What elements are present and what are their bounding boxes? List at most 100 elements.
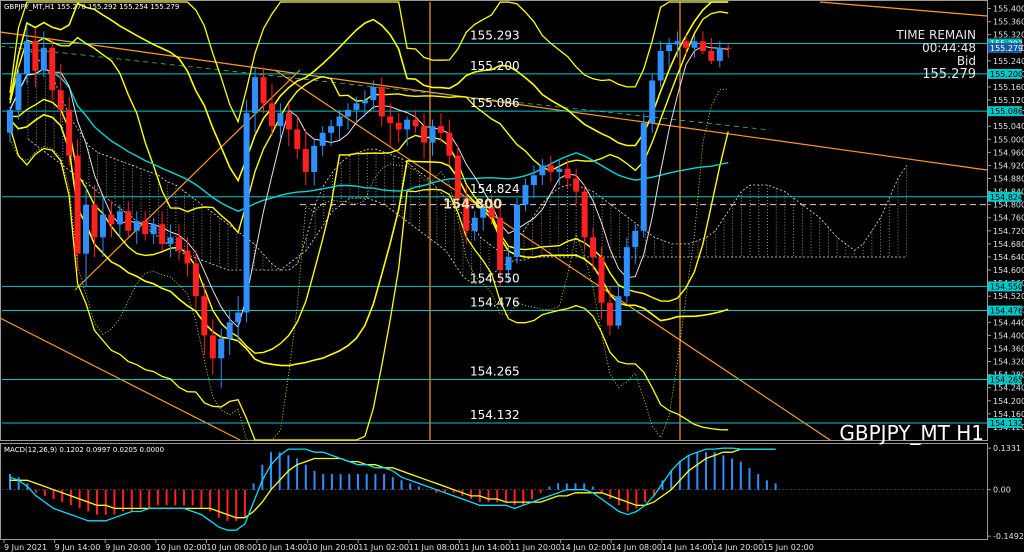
candle-body	[345, 109, 351, 117]
candle-body	[23, 41, 30, 74]
candle-body	[277, 113, 284, 127]
time-remain-label: TIME REMAIN	[895, 28, 976, 42]
candle-body	[116, 211, 123, 225]
candle-body	[285, 113, 292, 130]
macd-tick-label: 0.00	[993, 486, 1011, 495]
level-price-tag-label: 155.200	[990, 70, 1023, 79]
level-price-tag-label: 154.550	[990, 282, 1023, 291]
candle-body	[133, 221, 140, 231]
price-tick-label: 155.240	[993, 57, 1024, 66]
time-tick-label: 14 Jun 02:00	[561, 543, 612, 552]
price-tick-label: 154.160	[993, 410, 1024, 419]
candle-body	[108, 214, 115, 225]
candle-body	[176, 237, 182, 251]
price-tick-label: 154.680	[993, 240, 1024, 249]
candle-body	[598, 256, 605, 303]
bid-label: Bid	[957, 54, 976, 68]
candle-body	[556, 168, 563, 172]
macd-tick-label: -0.1492	[993, 532, 1024, 541]
price-tick-label: 155.120	[993, 96, 1024, 105]
candle-body	[125, 211, 132, 231]
time-tick-label: 14 Jun 14:00	[662, 543, 713, 552]
candle-body	[429, 126, 436, 143]
candle-body	[581, 191, 588, 238]
candle-body	[395, 122, 402, 130]
price-tick-label: 154.320	[993, 358, 1024, 367]
price-tick-label: 154.920	[993, 161, 1024, 170]
macd-tick-label: 0.1331	[993, 444, 1021, 453]
candle-body	[311, 145, 318, 172]
candle-body	[66, 109, 73, 156]
level-label: 155.200	[470, 59, 520, 73]
trading-chart: 155.293 155.200 155.086 154.824 154.550 154.4…	[0, 0, 1024, 552]
candle-body	[471, 217, 478, 231]
candle-body	[7, 109, 13, 133]
level-label: 154.476	[470, 296, 520, 310]
candle-body	[514, 204, 520, 257]
price-tick-label: 154.440	[993, 318, 1024, 327]
price-tick-label: 155.320	[993, 31, 1024, 40]
time-tick-label: 11 Jun 20:00	[510, 543, 561, 552]
candle-body	[446, 132, 453, 156]
candle-body	[632, 230, 639, 248]
candle-body	[370, 86, 377, 101]
candle-body	[708, 51, 715, 61]
candle-body	[615, 296, 622, 326]
level-label: 154.265	[470, 365, 520, 379]
candle-body	[564, 168, 571, 179]
time-tick-label: 14 Jun 08:00	[611, 543, 662, 552]
candle-body	[83, 204, 90, 254]
candle-body	[328, 126, 335, 133]
candle-body	[691, 41, 698, 48]
price-tick-label: 155.160	[993, 83, 1024, 92]
price-tick-label: 155.040	[993, 122, 1024, 131]
candle-body	[454, 155, 461, 199]
price-tick-label: 155.000	[993, 135, 1024, 144]
candle-body	[530, 175, 537, 186]
current-price-tag-label: 155.279	[990, 44, 1023, 53]
candle-body	[91, 204, 98, 238]
candle-body	[522, 185, 529, 205]
candle-body	[15, 73, 22, 110]
candle-body	[674, 41, 681, 45]
candle-body	[606, 302, 613, 326]
candle-body	[235, 312, 242, 323]
candle-body	[243, 113, 250, 313]
candle-body	[699, 41, 706, 52]
time-tick-label: 10 Jun 02:00	[156, 543, 207, 552]
time-tick-label: 10 Jun 14:00	[257, 543, 308, 552]
time-tick-label: 10 Jun 20:00	[308, 543, 359, 552]
candle-body	[49, 47, 56, 91]
time-tick-label: 11 Jun 14:00	[459, 543, 510, 552]
candle-body	[167, 237, 174, 244]
time-tick-label: 10 Jun 08:00	[206, 543, 257, 552]
candle-body	[361, 100, 368, 104]
candle-body	[226, 322, 233, 339]
candle	[74, 139, 81, 271]
level-label: 154.132	[470, 408, 520, 422]
bid-value: 155.279	[922, 67, 976, 82]
candle-body	[150, 224, 157, 235]
candle-body	[192, 263, 199, 297]
candle-body	[573, 178, 580, 192]
level-price-tag-label: 154.824	[990, 193, 1023, 202]
candle	[640, 113, 647, 238]
candle-body	[640, 122, 647, 231]
time-tick-label: 14 Jun 20:00	[712, 543, 763, 552]
candle-body	[378, 86, 385, 117]
candle-body	[57, 90, 64, 110]
candle-body	[99, 214, 106, 238]
time-tick-label: 11 Jun 08:00	[409, 543, 460, 552]
macd-header: MACD(12,26,9) 0.1202 0.0997 0.0205 0.000…	[4, 446, 164, 454]
candle-body	[716, 47, 723, 61]
candle-body	[184, 250, 191, 264]
candle-body	[159, 224, 166, 244]
symbol-watermark: GBPJPY_MT H1	[839, 421, 984, 445]
price-tick-label: 154.720	[993, 227, 1024, 236]
level-label: 154.550	[470, 271, 520, 285]
candle-body	[657, 51, 664, 81]
price-tick-label: 154.240	[993, 384, 1024, 393]
price-tick-label: 155.360	[993, 18, 1024, 27]
candle-body	[623, 247, 630, 297]
level-price-tag-label: 154.476	[990, 307, 1023, 316]
